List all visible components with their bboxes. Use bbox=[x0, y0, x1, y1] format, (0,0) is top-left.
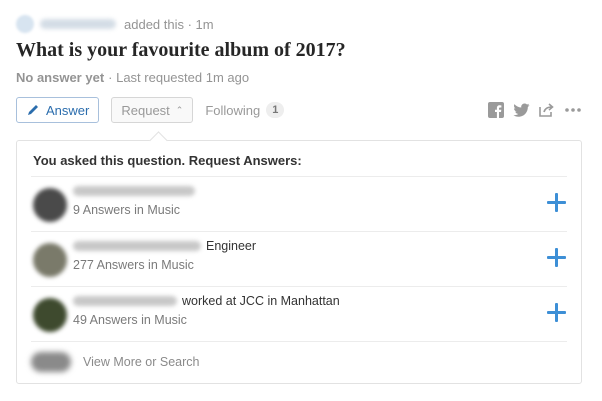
view-more-row[interactable]: View More or Search bbox=[31, 341, 567, 381]
request-person-row: 9 Answers in Music bbox=[31, 176, 567, 230]
person-line: worked at JCC in Manhattan bbox=[73, 293, 340, 309]
following-button[interactable]: Following 1 bbox=[205, 102, 285, 118]
panel-header: You asked this question. Request Answers… bbox=[33, 153, 302, 168]
request-person-row: Engineer 277 Answers in Music bbox=[31, 231, 567, 285]
person-avatar[interactable] bbox=[33, 298, 67, 332]
following-label: Following bbox=[205, 102, 261, 118]
twitter-icon[interactable] bbox=[513, 103, 530, 118]
question-meta: added this · 1m bbox=[16, 13, 214, 35]
answer-button[interactable]: Answer bbox=[16, 97, 100, 123]
request-answers-panel: You asked this question. Request Answers… bbox=[16, 140, 582, 384]
request-button[interactable]: Request ⌃ bbox=[111, 97, 194, 123]
person-answers: 49 Answers in Music bbox=[73, 313, 187, 327]
person-credential: Engineer bbox=[206, 239, 257, 253]
question-title[interactable]: What is your favourite album of 2017? bbox=[16, 38, 576, 62]
plus-icon[interactable] bbox=[545, 191, 567, 213]
facebook-icon[interactable] bbox=[488, 102, 504, 118]
share-icon[interactable] bbox=[539, 103, 555, 117]
person-line bbox=[73, 183, 200, 199]
plus-icon[interactable] bbox=[545, 246, 567, 268]
no-answer-text: No answer yet bbox=[16, 70, 105, 85]
following-count: 1 bbox=[266, 102, 285, 118]
person-line: Engineer bbox=[73, 238, 256, 254]
more-icon[interactable] bbox=[564, 107, 582, 113]
question-stats: No answer yet · Last requested 1m ago bbox=[16, 70, 249, 85]
person-credential: worked at JCC in Manhattan bbox=[182, 294, 340, 308]
avatars-stack bbox=[31, 351, 71, 372]
share-icons bbox=[488, 102, 582, 118]
last-requested-text: · Last requested 1m ago bbox=[108, 70, 250, 85]
person-name-blurred[interactable] bbox=[73, 241, 201, 251]
answer-label: Answer bbox=[46, 102, 90, 118]
person-answers: 277 Answers in Music bbox=[73, 258, 194, 272]
user-avatar[interactable] bbox=[16, 15, 34, 33]
action-bar: Answer Request ⌃ Following 1 bbox=[16, 96, 582, 124]
user-name-blurred[interactable] bbox=[40, 19, 116, 29]
chevron-up-icon: ⌃ bbox=[175, 104, 184, 115]
person-name-blurred[interactable] bbox=[73, 186, 195, 196]
added-text: added this · 1m bbox=[124, 16, 214, 32]
request-label: Request bbox=[121, 102, 170, 118]
view-more-link[interactable]: View More or Search bbox=[83, 355, 200, 369]
pencil-icon bbox=[28, 105, 38, 115]
plus-icon[interactable] bbox=[545, 301, 567, 323]
person-name-blurred[interactable] bbox=[73, 296, 177, 306]
person-avatar[interactable] bbox=[33, 243, 67, 277]
person-avatar[interactable] bbox=[33, 188, 67, 222]
request-person-row: worked at JCC in Manhattan 49 Answers in… bbox=[31, 286, 567, 340]
person-answers: 9 Answers in Music bbox=[73, 203, 180, 217]
